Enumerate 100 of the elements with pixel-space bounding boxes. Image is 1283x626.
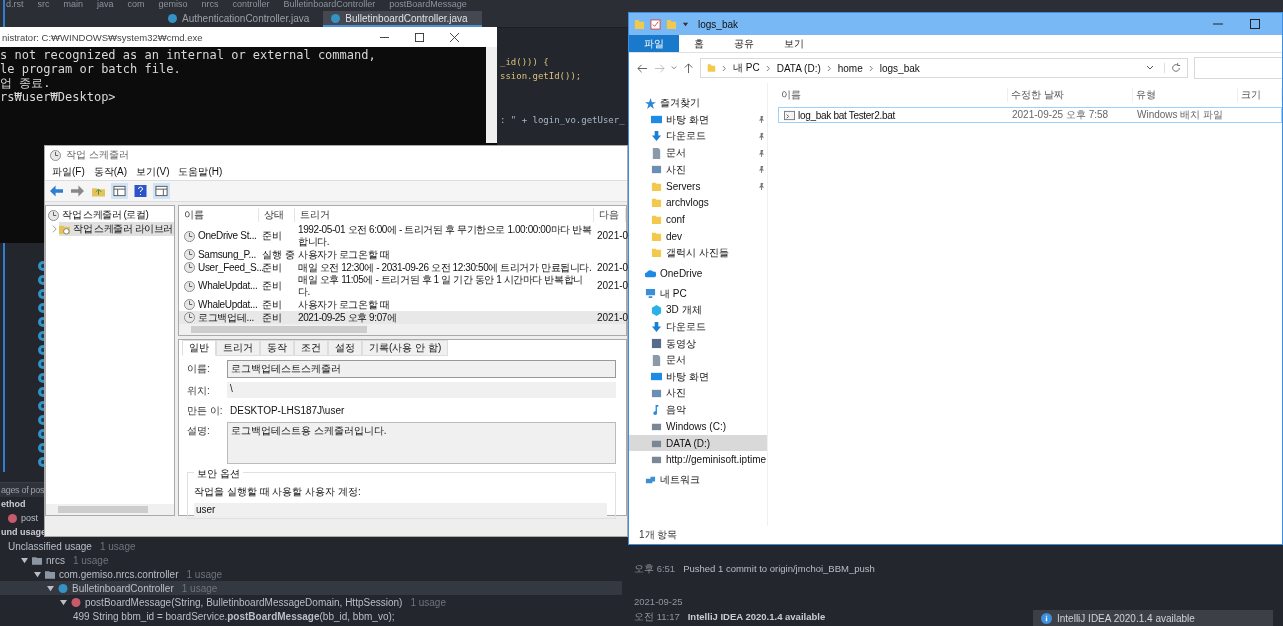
task-row[interactable]: OneDrive St... 준비 1992-05-01 오전 6:00에 - 트리거된 후 무기한으로 1.00:00:00마다 반복합니다. 2021-0 xyxy=(179,224,626,248)
column-header[interactable]: 크기 xyxy=(1238,88,1282,102)
tree-item[interactable]: 작업 스케줄러 (로컬) xyxy=(48,208,151,222)
nav-item[interactable]: OneDrive xyxy=(629,264,767,282)
column-header[interactable]: 수정한 날짜 xyxy=(1008,88,1133,102)
search-field[interactable] xyxy=(1194,57,1282,79)
menu-item[interactable]: 동작(A) xyxy=(93,165,128,179)
breadcrumb-item[interactable]: gemiso xyxy=(158,0,188,11)
maximize-icon[interactable] xyxy=(1250,19,1260,29)
editor-tab[interactable]: BulletinboardController.java xyxy=(323,11,482,27)
file-row[interactable]: log_bak bat Tester2.bat 2021-09-25 오후 7:58 Windows 배치 파일 xyxy=(778,107,1282,123)
usage-tree-row[interactable]: com.gemiso.nrcs.controller 1 usage xyxy=(0,567,622,581)
usage-tree-row[interactable]: BulletinboardController 1 usage xyxy=(0,581,622,595)
nav-item[interactable]: 내 PC xyxy=(629,285,767,303)
panel-icon[interactable] xyxy=(111,183,128,199)
breadcrumb-item[interactable]: src xyxy=(37,0,50,11)
tree-item[interactable]: 작업 스케줄러 라이브러 xyxy=(59,222,174,236)
breadcrumb-item[interactable]: nrcs xyxy=(201,0,219,11)
nav-item[interactable]: Windows (C:) xyxy=(629,418,767,435)
panel-icon[interactable] xyxy=(153,183,170,199)
detail-tab[interactable]: 기록(사용 안 함) xyxy=(362,340,449,356)
back-icon[interactable] xyxy=(48,183,65,199)
nav-item[interactable]: 다운로드 xyxy=(629,128,767,145)
detail-tab[interactable]: 일반 xyxy=(182,340,216,356)
nav-item[interactable]: Servers xyxy=(629,177,767,195)
ribbon-tab[interactable]: 홈 xyxy=(679,35,719,52)
column-header[interactable]: 유형 xyxy=(1133,88,1238,102)
column-header[interactable]: 트리거 xyxy=(295,208,594,222)
detail-tab[interactable]: 동작 xyxy=(260,340,294,356)
nav-item[interactable]: 바탕 화면 xyxy=(629,111,767,129)
column-header[interactable]: 이름 xyxy=(778,88,1008,102)
menu-item[interactable]: 보기(V) xyxy=(136,165,170,179)
up-icon[interactable] xyxy=(683,62,694,74)
nav-item[interactable]: 3D 개체 xyxy=(629,302,767,319)
nav-item[interactable]: 사진 xyxy=(629,161,767,178)
panel-tab[interactable]: ages of pos xyxy=(0,483,45,497)
nav-item[interactable]: dev xyxy=(629,227,767,245)
usage-tree-row[interactable]: postBoardMessage(String, BulletinboardMessageDomain, HttpSession) 1 usage xyxy=(0,595,622,609)
nav-item[interactable]: 네트워크 xyxy=(629,472,767,489)
editor-tab[interactable]: AuthenticationController.java xyxy=(160,11,324,27)
notification-balloon[interactable]: IntelliJ IDEA 2020.1.4 available xyxy=(1033,610,1273,626)
task-row[interactable]: User_Feed_S...준비 매일 오전 12:30에 - 2031-09-26 오전 12:30:50에 트리거가 만료됩니다. 2021-0 xyxy=(179,261,626,274)
breadcrumb-item[interactable]: d.rst xyxy=(6,0,24,11)
scrollbar[interactable] xyxy=(46,504,174,515)
nav-item[interactable]: http://geminisoft.iptime xyxy=(629,451,767,469)
usage-tree-row[interactable]: Unclassified usage 1 usage xyxy=(0,539,622,553)
recent-dropdown-icon[interactable] xyxy=(671,65,677,71)
nav-item[interactable]: 다운로드 xyxy=(629,318,767,336)
nav-item[interactable]: 동영상 xyxy=(629,335,767,352)
breadcrumb-item[interactable]: com xyxy=(127,0,145,11)
nav-item[interactable]: 바탕 화면 xyxy=(629,368,767,386)
maximize-icon[interactable] xyxy=(415,32,424,42)
ribbon-tab[interactable]: 공유 xyxy=(719,35,769,52)
address-bar[interactable]: 내 PC DATA (D:) home logs_bak xyxy=(700,58,1188,78)
nav-item[interactable]: 갤럭시 사진들 xyxy=(629,244,767,261)
scrollbar[interactable] xyxy=(486,47,497,143)
breadcrumb-item[interactable]: java xyxy=(97,0,114,11)
help-icon[interactable] xyxy=(132,183,149,199)
menu-item[interactable]: 도움말(H) xyxy=(178,165,223,179)
nav-item[interactable]: 음악 xyxy=(629,401,767,419)
nav-item[interactable]: archvlogs xyxy=(629,194,767,212)
dropdown-icon[interactable] xyxy=(1146,64,1154,72)
close-icon[interactable] xyxy=(450,32,459,42)
column-header[interactable]: 다음 xyxy=(594,208,626,222)
task-row[interactable]: 로그백업테... 준비 2021-09-25 오후 9:07에 2021-0 xyxy=(179,311,626,324)
field-value[interactable]: 로그백업테스트스케줄러 xyxy=(227,360,616,378)
breadcrumb-item[interactable]: controller xyxy=(232,0,270,11)
nav-item[interactable]: DATA (D:) xyxy=(629,434,767,452)
ribbon-tab[interactable]: 파일 xyxy=(629,35,679,52)
task-row[interactable]: WhaleUpdat... 준비 사용자가 로그온할 때 xyxy=(179,298,626,311)
column-header[interactable]: 상태 xyxy=(259,208,295,222)
task-row[interactable]: Samsung_P... 실행 중 사용자가 로그온할 때 xyxy=(179,248,626,261)
detail-tab[interactable]: 트리거 xyxy=(216,340,260,356)
nav-item[interactable]: conf xyxy=(629,211,767,228)
address-crumb[interactable]: home xyxy=(837,62,863,74)
column-header[interactable]: 이름 xyxy=(179,208,259,222)
address-crumb[interactable]: 내 PC xyxy=(733,61,760,75)
menu-item[interactable]: 파일(F) xyxy=(52,165,85,179)
nav-item[interactable]: 문서 xyxy=(629,144,767,162)
ribbon-tab[interactable]: 보기 xyxy=(769,35,819,52)
detail-tab[interactable]: 설정 xyxy=(328,340,362,356)
usage-tree-row[interactable]: 499 String bbm_id = boardService.postBoardMessage(bb_id, bbm_vo); xyxy=(0,609,622,623)
address-crumb[interactable]: DATA (D:) xyxy=(776,62,821,74)
breadcrumb-item[interactable]: main xyxy=(63,0,84,11)
nav-item[interactable]: 사진 xyxy=(629,385,767,402)
breadcrumb-item[interactable]: postBoardMessage xyxy=(389,0,467,11)
task-row[interactable]: WhaleUpdat... 준비 매일 오후 11:05에 - 트리거된 후 1 일 기간 동안 1 시간마다 반복합니다. 2021-0 xyxy=(179,274,626,298)
forward-icon[interactable] xyxy=(69,183,86,199)
dropdown-icon[interactable] xyxy=(682,20,689,28)
scrollbar[interactable] xyxy=(179,324,626,335)
detail-tab[interactable]: 조건 xyxy=(294,340,328,356)
checkbox-icon[interactable] xyxy=(650,18,661,30)
field-value[interactable]: \ xyxy=(227,382,616,398)
breadcrumb-item[interactable]: BulletinboardController xyxy=(283,0,376,11)
usage-tree-row[interactable]: nrcs 1 usage xyxy=(0,553,622,567)
nav-item[interactable]: 즐겨찾기 xyxy=(629,95,767,112)
nav-item[interactable]: 문서 xyxy=(629,351,767,369)
back-icon[interactable] xyxy=(637,62,648,74)
field-value[interactable]: 로그백업테스트용 스케줄러입니다. xyxy=(227,422,616,464)
address-crumb[interactable]: logs_bak xyxy=(879,62,920,74)
